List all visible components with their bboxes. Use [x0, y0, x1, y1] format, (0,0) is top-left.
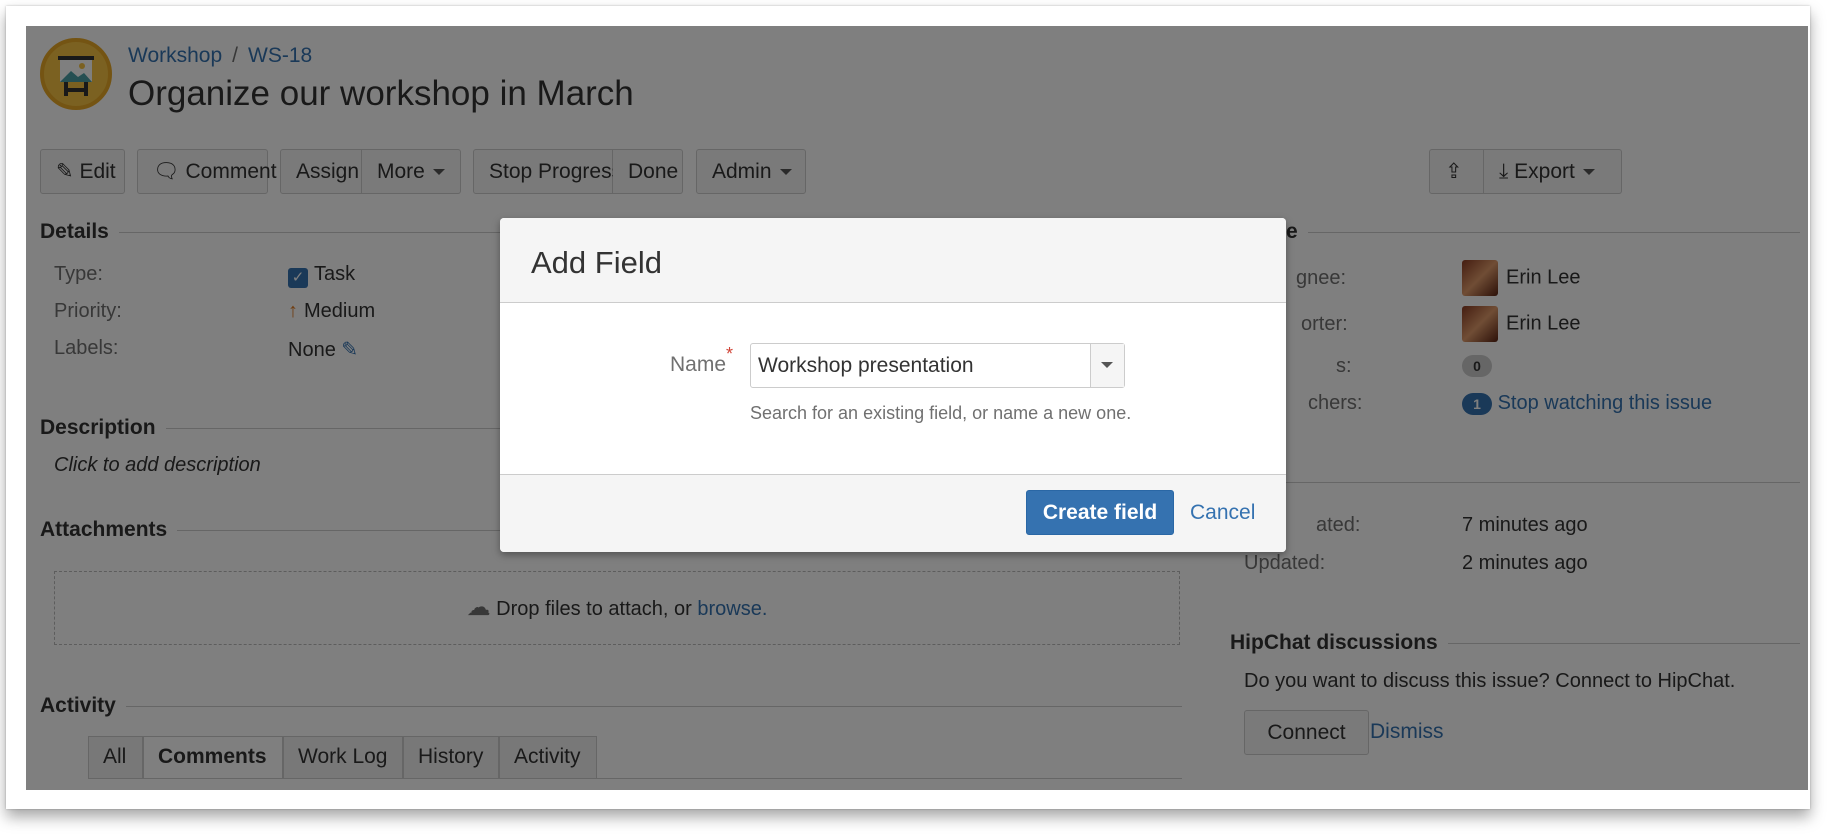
field-name-input[interactable]: Workshop presentation: [758, 354, 974, 378]
combobox-dropdown-button[interactable]: [1090, 344, 1124, 387]
dialog-header: Add Field: [500, 218, 1286, 303]
chevron-down-icon: [1101, 362, 1113, 368]
dialog-body: Name * Workshop presentation Search for …: [500, 304, 1286, 476]
issue-page: Workshop/WS-18 Organize our workshop in …: [26, 26, 1808, 790]
name-label: Name: [670, 353, 727, 376]
field-name-hint: Search for an existing field, or name a …: [750, 403, 1132, 423]
cancel-link[interactable]: Cancel: [1190, 501, 1255, 525]
field-name-combobox[interactable]: Workshop presentation: [750, 343, 1125, 388]
add-field-dialog: Add Field Name * Workshop presentation S…: [500, 218, 1286, 552]
create-field-button[interactable]: Create field: [1026, 490, 1174, 535]
dialog-footer: Create field Cancel: [500, 474, 1286, 552]
dialog-title: Add Field: [531, 245, 662, 280]
required-marker: *: [726, 344, 734, 364]
